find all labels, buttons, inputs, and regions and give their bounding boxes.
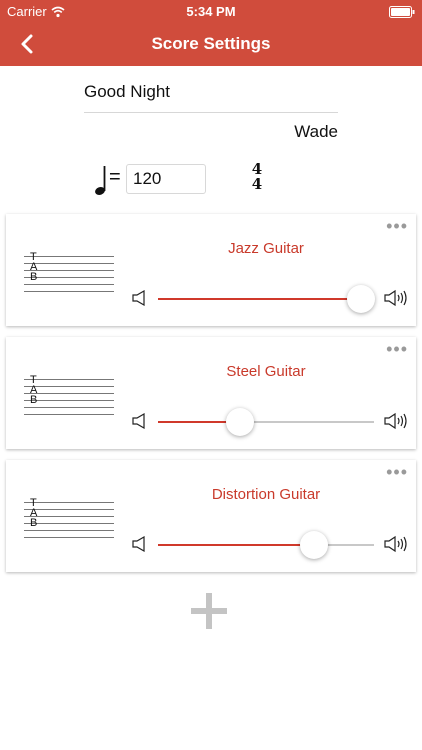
track-name[interactable]: Distortion Guitar — [156, 486, 376, 503]
artist-field[interactable]: Wade — [294, 122, 338, 142]
quarter-note-icon — [95, 166, 106, 195]
tab-staff-icon: T A B — [24, 252, 114, 294]
battery-icon — [389, 6, 415, 18]
tempo-equals: = — [109, 166, 121, 188]
time-signature-bottom: 4 — [251, 175, 263, 193]
track-name[interactable]: Jazz Guitar — [156, 240, 376, 257]
slider-knob[interactable] — [347, 285, 375, 313]
score-name-field[interactable]: Good Night — [84, 78, 338, 113]
more-icon[interactable]: ••• — [386, 340, 408, 358]
tab-letter-b: B — [30, 271, 38, 283]
status-time: 5:34 PM — [186, 4, 236, 19]
slider-fill — [158, 298, 361, 300]
tab-letters: T A B — [30, 252, 38, 283]
tempo-input[interactable]: 120 — [126, 164, 206, 194]
tab-letters: T A B — [30, 498, 38, 529]
tab-letter-b: B — [30, 394, 38, 406]
plus-icon[interactable] — [190, 592, 228, 630]
app-header: Carrier 5:34 PM Score Settings — [0, 0, 422, 66]
slider-fill — [158, 544, 314, 546]
volume-high-icon[interactable] — [384, 535, 410, 553]
slider-knob[interactable] — [300, 531, 328, 559]
slider-knob[interactable] — [226, 408, 254, 436]
track-card: ••• T A B Jazz Guitar — [6, 214, 416, 326]
tab-staff-icon: T A B — [24, 498, 114, 540]
track-card: ••• T A B Distortion Guitar — [6, 460, 416, 572]
volume-high-icon[interactable] — [384, 289, 410, 307]
tab-staff-icon: T A B — [24, 375, 114, 417]
volume-low-icon[interactable] — [132, 413, 146, 429]
more-icon[interactable]: ••• — [386, 463, 408, 481]
volume-low-icon[interactable] — [132, 290, 146, 306]
volume-high-icon[interactable] — [384, 412, 410, 430]
tempo-row: = 120 4 4 — [0, 160, 422, 200]
page-title: Score Settings — [151, 34, 271, 53]
track-name[interactable]: Steel Guitar — [156, 363, 376, 380]
track-card: ••• T A B Steel Guitar — [6, 337, 416, 449]
status-bar: Carrier 5:34 PM — [0, 0, 422, 24]
more-icon[interactable]: ••• — [386, 217, 408, 235]
volume-low-icon[interactable] — [132, 536, 146, 552]
tab-letter-b: B — [30, 517, 38, 529]
navigation-bar: Score Settings — [0, 24, 422, 66]
tab-letters: T A B — [30, 375, 38, 406]
time-signature[interactable]: 4 4 — [250, 162, 264, 192]
